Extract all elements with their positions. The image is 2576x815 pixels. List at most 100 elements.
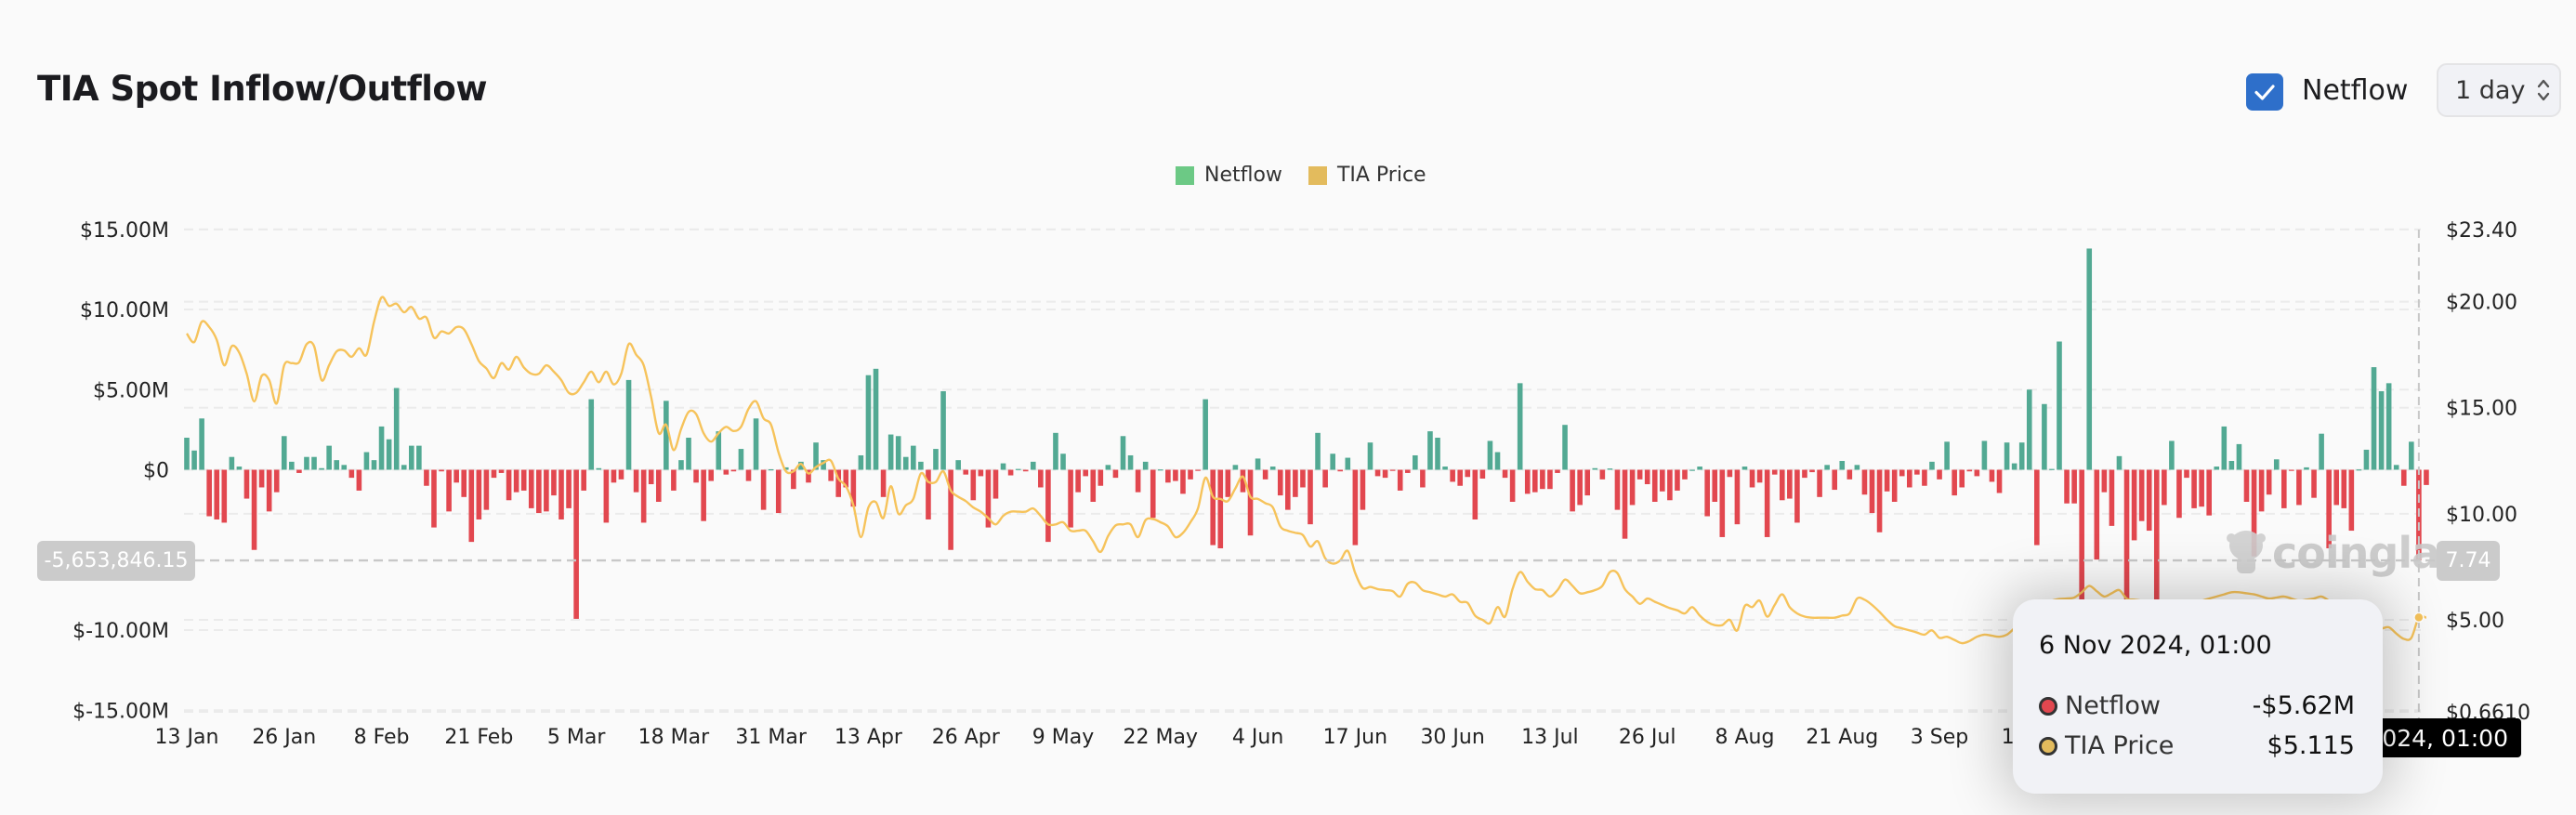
netflow-bar — [2378, 390, 2385, 470]
netflow-bar — [1660, 469, 1665, 492]
netflow-bar — [2191, 469, 2197, 508]
netflow-bar — [1352, 469, 1359, 546]
netflow-bar — [2131, 469, 2137, 541]
netflow-bar — [243, 469, 250, 499]
netflow-bar — [566, 469, 572, 508]
netflow-bar — [2400, 469, 2407, 486]
netflow-bar — [2042, 403, 2047, 470]
netflow-bar — [596, 467, 602, 470]
netflow-bar — [559, 469, 564, 519]
netflow-bar — [1607, 468, 1613, 470]
netflow-bar — [1817, 469, 1822, 497]
netflow-bar — [1712, 469, 1718, 502]
tooltip-label: Netflow — [2065, 691, 2162, 720]
tooltip-date: 6 Nov 2024, 01:00 — [2039, 631, 2272, 660]
netflow-bar — [1854, 465, 1860, 470]
x-axis-tick-label: 26 Apr — [932, 726, 1001, 749]
netflow-bar — [214, 469, 220, 519]
netflow-bar — [1007, 469, 1014, 476]
right-axis-tick-label: $5.00 — [2446, 610, 2504, 633]
netflow-bar — [401, 465, 407, 470]
netflow-bar — [588, 399, 595, 470]
netflow-bar — [880, 469, 887, 497]
netflow-bar — [873, 368, 879, 470]
netflow-bar — [2409, 441, 2414, 470]
netflow-bar — [1367, 442, 1373, 470]
netflow-bar — [2214, 467, 2220, 470]
netflow-bar — [2057, 341, 2062, 470]
netflow-bar — [1262, 469, 1268, 480]
netflow-bar — [1494, 452, 1501, 470]
netflow-bar — [1704, 469, 1710, 517]
netflow-bar — [1015, 468, 1021, 470]
netflow-bar — [1697, 467, 1702, 470]
netflow-bar — [1142, 461, 1149, 470]
netflow-bar — [1540, 469, 1545, 490]
netflow-bar — [1022, 469, 1029, 472]
netflow-bar — [693, 469, 699, 483]
netflow-bar — [1802, 469, 1807, 479]
x-axis-tick-label: 30 Jun — [1420, 726, 1484, 749]
tooltip-value: -$5.62M — [2252, 691, 2355, 720]
netflow-bar — [409, 445, 414, 470]
x-axis-tick-label: 21 Feb — [444, 726, 513, 749]
netflow-bar — [2071, 469, 2077, 504]
netflow-bar — [940, 390, 946, 470]
netflow-bar — [2236, 443, 2242, 470]
netflow-bar — [1135, 469, 1141, 493]
netflow-bar — [1809, 469, 1815, 473]
netflow-bar — [581, 469, 586, 491]
netflow-bar — [1277, 469, 1283, 496]
netflow-bar — [2109, 469, 2115, 526]
netflow-bar — [918, 461, 924, 470]
netflow-bar — [640, 469, 647, 523]
netflow-bar — [1741, 467, 1748, 470]
x-axis-tick-label: 26 Jan — [252, 726, 316, 749]
netflow-bar — [371, 460, 377, 470]
netflow-bar — [2243, 469, 2250, 502]
netflow-bar — [955, 460, 961, 470]
netflow-bar — [1547, 469, 1553, 490]
netflow-bar — [978, 469, 984, 477]
netflow-bar — [191, 450, 197, 470]
right-axis-tick-label: $20.00 — [2446, 292, 2517, 315]
netflow-bar — [730, 469, 737, 472]
netflow-bar — [363, 452, 370, 470]
netflow-bar — [311, 456, 317, 470]
netflow-bar — [2393, 465, 2399, 470]
netflow-bar — [1929, 461, 1935, 470]
netflow-bar — [1269, 467, 1276, 470]
netflow-bar — [319, 467, 324, 470]
netflow-bar — [1952, 469, 1957, 496]
netflow-bar — [2199, 469, 2204, 507]
netflow-bar — [2371, 367, 2377, 470]
netflow-bar — [2011, 463, 2017, 470]
left-axis-tick-label: $0 — [143, 460, 169, 483]
netflow-bar — [498, 469, 505, 473]
netflow-bar — [664, 401, 669, 470]
netflow-bar — [453, 469, 459, 483]
netflow-bar — [1300, 469, 1306, 488]
netflow-bar — [1120, 436, 1126, 470]
netflow-bar — [2311, 469, 2317, 498]
netflow-bar — [2064, 469, 2070, 504]
netflow-bar — [1210, 469, 1216, 546]
netflow-bar — [992, 469, 999, 499]
x-axis-tick-label: 31 Mar — [735, 726, 807, 749]
netflow-bar — [1524, 469, 1531, 494]
netflow-bar — [2138, 469, 2145, 521]
netflow-bar — [2304, 467, 2309, 470]
netflow-bar — [1450, 469, 1455, 482]
tooltip-row-netflow: Netflow -$5.62M — [2039, 686, 2355, 726]
netflow-bar — [611, 469, 617, 483]
netflow-bar — [1337, 469, 1344, 472]
netflow-bar — [768, 468, 774, 471]
netflow-bar — [513, 469, 519, 493]
netflow-bar — [1592, 467, 1598, 470]
netflow-bar — [378, 426, 385, 470]
netflow-bar — [258, 469, 265, 488]
netflow-bar — [1112, 469, 1119, 479]
netflow-bar — [1232, 465, 1239, 470]
netflow-bar — [1907, 469, 1912, 488]
netflow-bar — [2094, 469, 2100, 560]
